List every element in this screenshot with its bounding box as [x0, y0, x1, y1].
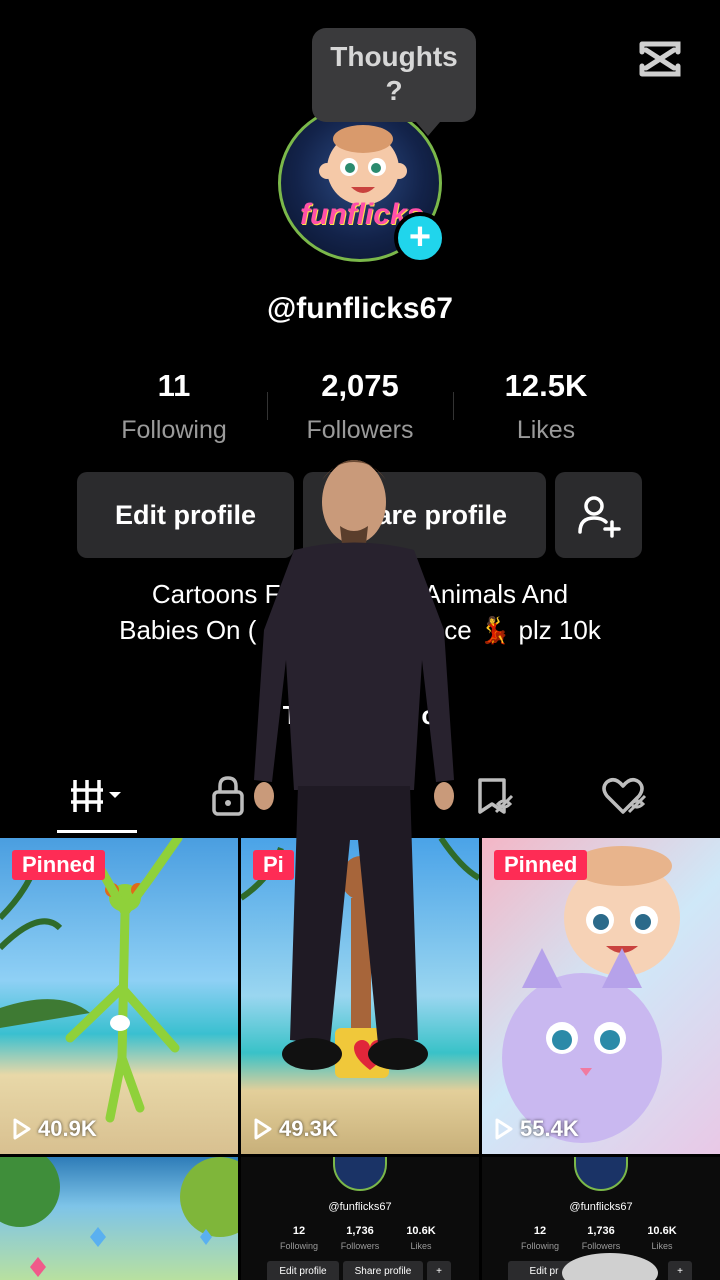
mini-avatar — [574, 1157, 628, 1191]
view-count-text: 55.4K — [520, 1116, 579, 1141]
baby-cat-image — [502, 846, 680, 1143]
thoughts-question: ? — [385, 75, 403, 106]
mini-add-user-icon: + — [668, 1261, 692, 1280]
mini-following-label: Following — [520, 1241, 560, 1251]
mini-followers-count: 1,736 — [587, 1225, 615, 1237]
mini-share-button: Share profile — [343, 1261, 423, 1280]
play-icon — [13, 1118, 31, 1140]
following-count: 11 — [157, 368, 191, 403]
tab-liked[interactable] — [584, 766, 664, 826]
mini-edit-button: Edit profile — [267, 1261, 339, 1280]
pinned-badge: Pinned — [12, 850, 106, 880]
mini-username: @funflicks67 — [569, 1201, 633, 1213]
view-count-text: 49.3K — [279, 1116, 338, 1141]
mini-profile-screenshot: @funflicks67 12 Following 1,736 Follower… — [482, 1157, 720, 1280]
lock-icon — [212, 776, 244, 816]
view-count: 49.3K — [253, 1116, 338, 1142]
mini-username: @funflicks67 — [328, 1201, 392, 1213]
video-thumbnail[interactable]: @funflicks67 12 Following 1,736 Follower… — [241, 1157, 479, 1280]
followers-count: 2,075 — [321, 368, 399, 403]
thoughts-popup[interactable]: Thoughts ? — [312, 28, 476, 136]
mini-likes-count: 10.6K — [406, 1225, 436, 1237]
stat-likes[interactable]: 12.5K Likes — [446, 368, 646, 445]
mini-likes-label: Likes — [410, 1241, 432, 1251]
tab-videos[interactable] — [57, 766, 137, 826]
overlay-blob — [562, 1253, 658, 1280]
mini-profile-screenshot: @funflicks67 12 Following 1,736 Follower… — [241, 1157, 479, 1280]
mini-following-label: Following — [279, 1241, 319, 1251]
mini-followers-label: Followers — [581, 1241, 621, 1251]
stat-following[interactable]: 11 Following — [74, 368, 274, 445]
video-thumbnail[interactable]: Pinned 40.9K — [0, 838, 238, 1154]
mini-avatar — [333, 1157, 387, 1191]
following-label: Following — [121, 416, 227, 444]
view-count: 55.4K — [494, 1116, 579, 1142]
thoughts-text: Thoughts — [330, 41, 458, 72]
grid-icon — [71, 780, 121, 812]
person-overlay-image — [254, 460, 454, 1070]
view-count-text: 40.9K — [38, 1116, 97, 1141]
mini-likes-count: 10.6K — [647, 1225, 677, 1237]
mini-followers-label: Followers — [340, 1241, 380, 1251]
tab-saved[interactable] — [454, 766, 534, 826]
pinned-badge: Pinned — [494, 850, 588, 880]
video-thumbnail[interactable]: @funflicks67 12 Following 1,736 Follower… — [482, 1157, 720, 1280]
play-icon — [495, 1118, 513, 1140]
likes-label: Likes — [516, 416, 576, 444]
capcut-logo-icon[interactable] — [636, 38, 684, 80]
add-friend-button[interactable] — [555, 472, 642, 558]
mini-add-user-icon: + — [427, 1261, 451, 1280]
mini-likes-label: Likes — [651, 1241, 673, 1251]
active-tab-indicator — [57, 830, 137, 833]
video-thumbnail[interactable]: Pinned 55.4K — [482, 838, 720, 1154]
view-count: 40.9K — [12, 1116, 97, 1142]
heart-hidden-icon — [602, 778, 647, 814]
video-thumbnail[interactable] — [0, 1157, 238, 1280]
add-user-icon — [577, 496, 621, 538]
likes-count: 12.5K — [504, 368, 588, 403]
mantis-image — [0, 838, 183, 1123]
mini-followers-count: 1,736 — [346, 1225, 374, 1237]
stat-followers[interactable]: 2,075 Followers — [260, 368, 460, 445]
add-story-button[interactable]: + — [394, 212, 446, 264]
username: @funflicks67 — [267, 292, 453, 325]
bookmark-hidden-icon — [478, 778, 514, 814]
mini-following-count: 12 — [533, 1225, 547, 1237]
play-icon — [254, 1118, 272, 1140]
mini-following-count: 12 — [292, 1225, 306, 1237]
forest-butterflies-image — [0, 1157, 238, 1277]
